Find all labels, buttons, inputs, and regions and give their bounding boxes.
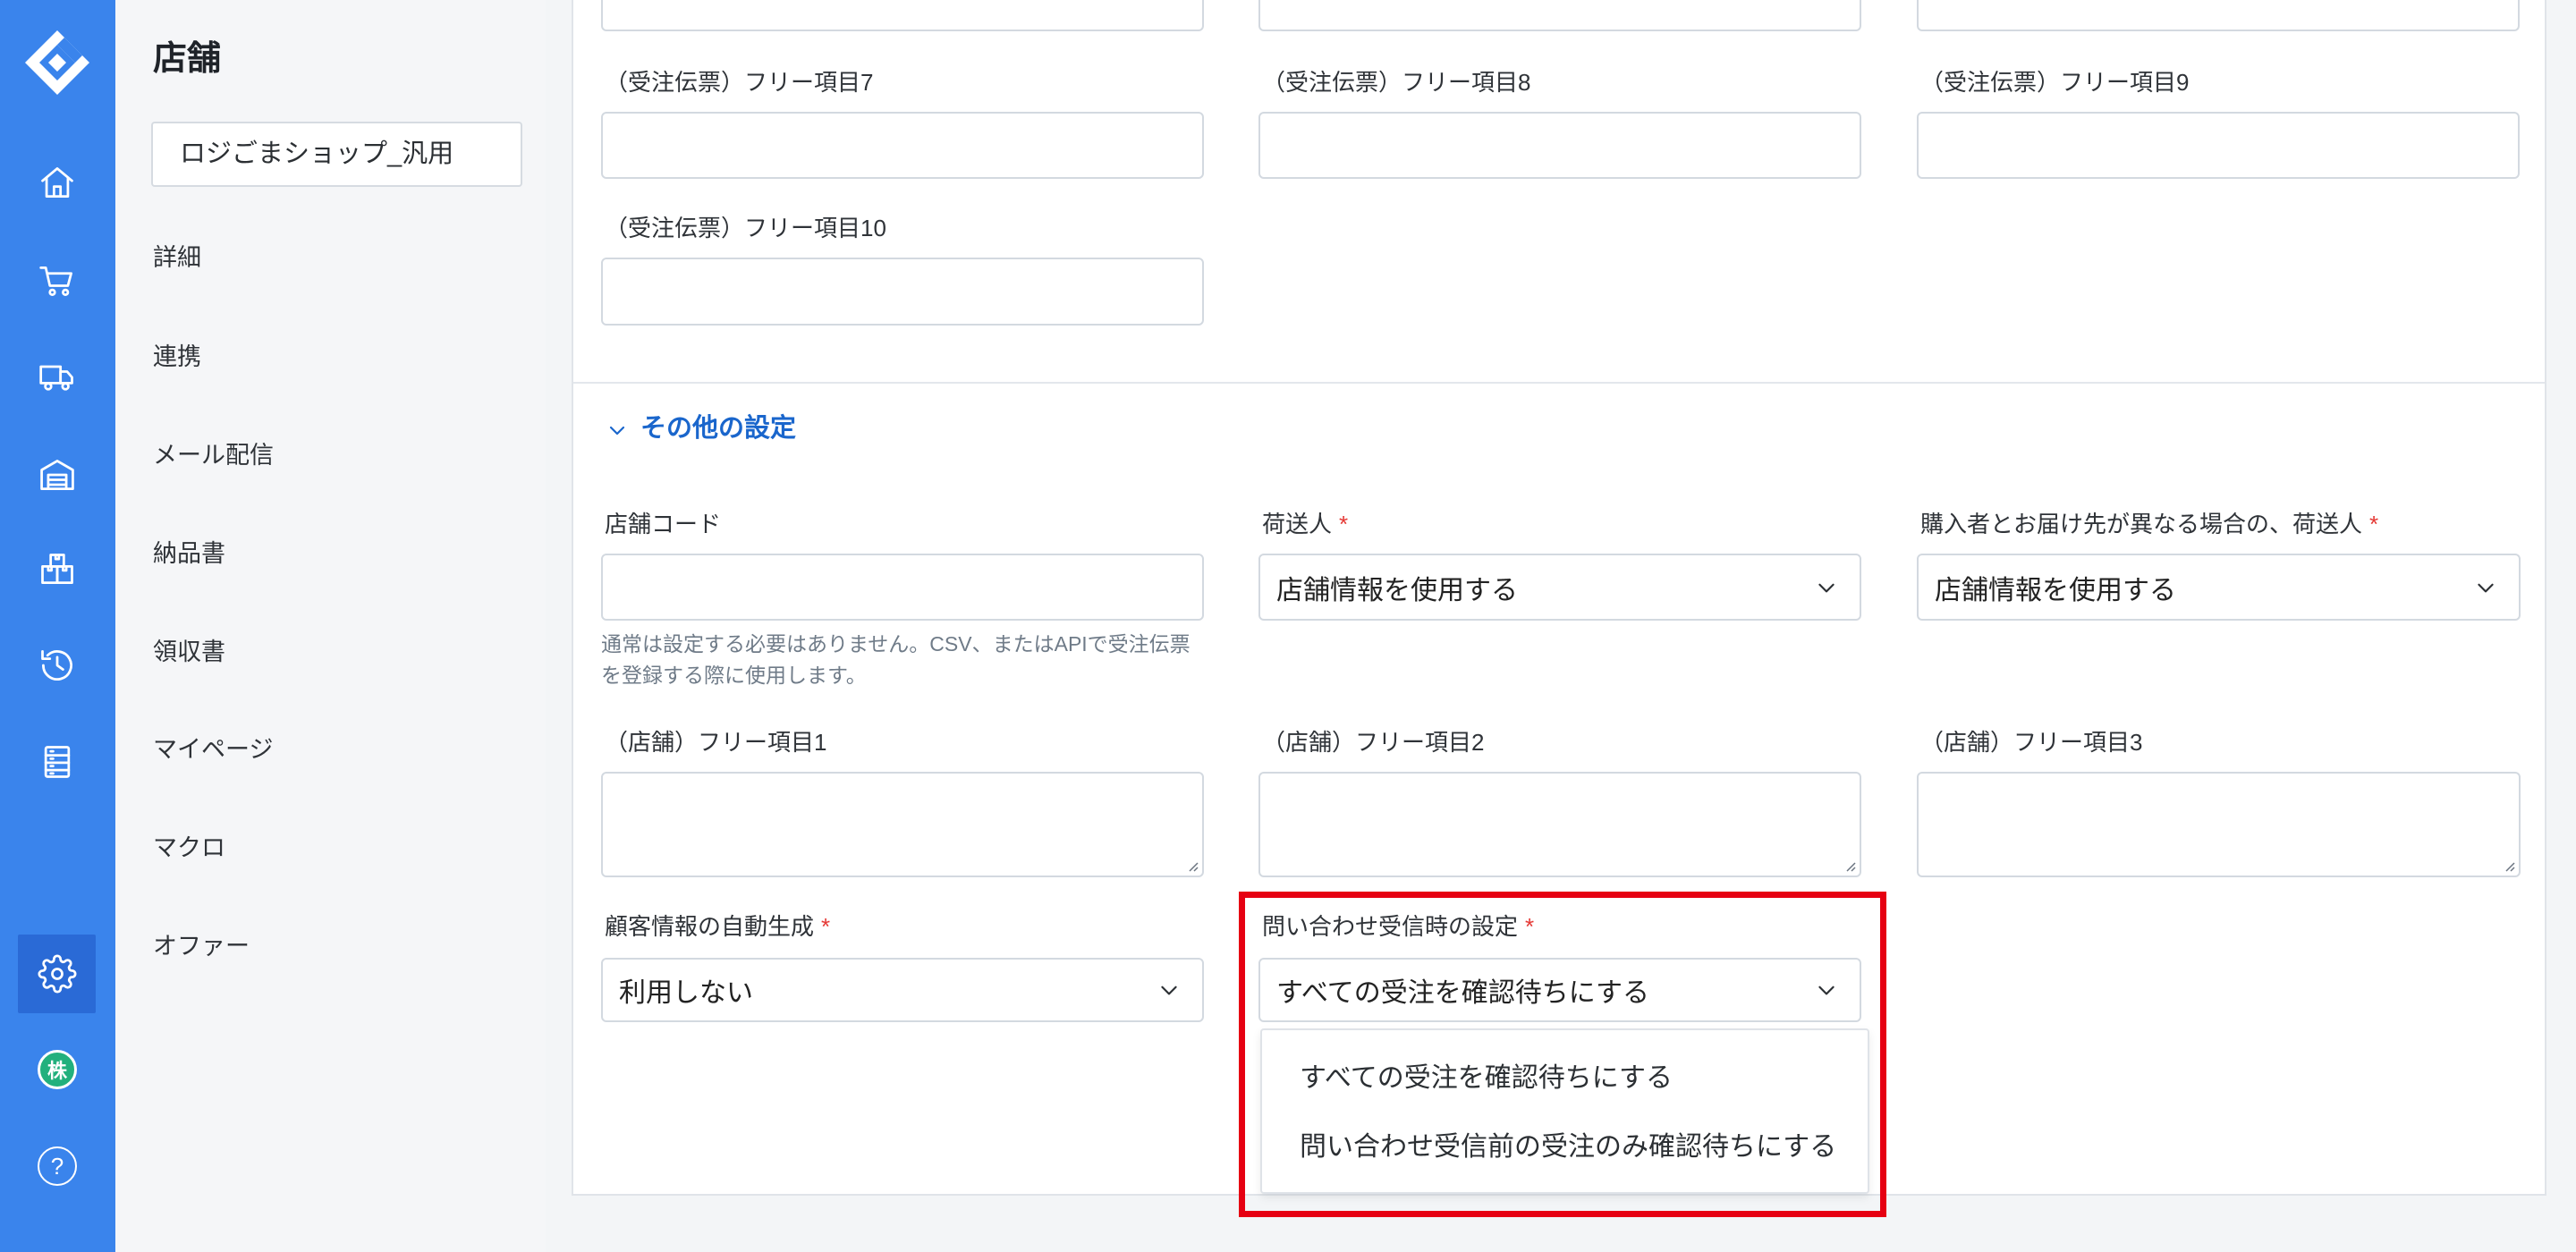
store-free-field-3-textarea[interactable] [1917,772,2521,877]
sidebar-item-mypage[interactable]: マイページ [153,732,273,767]
required-marker: * [1525,913,1535,940]
logo-icon[interactable] [21,27,93,98]
sidebar-item-offer[interactable]: オファー [153,928,250,964]
required-marker: * [821,913,831,940]
sidebar-title: 店舗 [153,40,222,78]
dropdown-option[interactable]: すべての受注を確認待ちにする [1262,1044,1868,1112]
home-icon[interactable] [38,163,77,202]
sidebar-item-delivery-note[interactable]: 納品書 [153,536,225,571]
required-marker: * [1339,511,1349,537]
sidebar-item-macro[interactable]: マクロ [153,830,225,866]
order-free-field-9-label: （受注伝票）フリー項目9 [1920,69,2190,96]
account-avatar[interactable]: 株 [38,1050,77,1089]
inquiry-setting-select[interactable]: すべての受注を確認待ちにする [1258,958,1861,1022]
order-free-field-5-input[interactable] [1258,0,1861,31]
sidebar-item-integration[interactable]: 連携 [153,339,201,375]
shipper-select[interactable]: 店舗情報を使用する [1258,554,1861,621]
order-free-field-8-input[interactable] [1258,112,1861,179]
chevron-down-icon [2474,576,2497,599]
resize-handle-icon[interactable] [1185,859,1199,873]
other-settings-section-toggle[interactable]: その他の設定 [640,410,796,446]
order-free-field-10-label: （受注伝票）フリー項目10 [605,215,886,241]
history-icon[interactable] [38,646,77,685]
alt-shipper-select-value: 店舗情報を使用する [1935,575,2176,605]
boxes-icon[interactable] [38,550,77,589]
store-code-help-text: 通常は設定する必要はありません。CSV、またはAPIで受注伝票を登録する際に使用… [601,632,1191,687]
resize-handle-icon[interactable] [1843,859,1857,873]
resize-handle-icon[interactable] [2502,859,2516,873]
customer-autogen-select[interactable]: 利用しない [601,958,1204,1022]
alt-shipper-label: 購入者とお届け先が異なる場合の、荷送人 * [1920,506,2378,542]
customer-autogen-select-value: 利用しない [619,978,753,1008]
truck-icon[interactable] [38,357,77,396]
order-free-field-4-input[interactable] [601,0,1204,31]
shipper-label-text: 荷送人 [1262,511,1333,537]
inquiry-setting-dropdown-menu: すべての受注を確認待ちにする 問い合わせ受信前の受注のみ確認待ちにする [1260,1028,1869,1194]
list-icon[interactable] [38,742,77,782]
order-free-field-10-input[interactable] [601,258,1204,326]
order-free-field-8-label: （受注伝票）フリー項目8 [1262,69,1531,96]
shipper-label: 荷送人 * [1262,506,1348,542]
chevron-down-icon[interactable] [606,419,628,441]
alt-shipper-label-text: 購入者とお届け先が異なる場合の、荷送人 [1920,511,2363,537]
inquiry-setting-label: 問い合わせ受信時の設定 * [1262,909,1534,944]
chevron-down-icon [1157,978,1181,1002]
section-divider [573,382,2545,384]
chevron-down-icon [1815,978,1838,1002]
order-free-field-7-label: （受注伝票）フリー項目7 [605,69,874,96]
store-free-field-2-textarea[interactable] [1258,772,1861,877]
gear-icon[interactable] [38,954,77,994]
sidebar-item-details[interactable]: 詳細 [153,240,201,275]
order-free-field-6-input[interactable] [1917,0,2520,31]
store-code-label: 店舗コード [605,511,722,537]
order-free-field-7-input[interactable] [601,112,1204,179]
shipper-select-value: 店舗情報を使用する [1276,575,1518,605]
cart-icon[interactable] [38,261,77,300]
store-code-input[interactable] [601,554,1204,621]
help-icon[interactable]: ? [38,1146,77,1186]
sidebar-item-mail[interactable]: メール配信 [153,437,274,473]
inquiry-setting-label-text: 問い合わせ受信時の設定 [1262,913,1519,940]
alt-shipper-select[interactable]: 店舗情報を使用する [1917,554,2521,621]
shop-selector[interactable]: ロジごまショップ_汎用 [151,122,522,187]
settings-sidebar [115,0,546,1252]
inquiry-setting-select-value: すべての受注を確認待ちにする [1276,978,1649,1008]
required-marker: * [2369,511,2379,537]
chevron-down-icon [1815,576,1838,599]
order-free-field-9-input[interactable] [1917,112,2520,179]
warehouse-icon[interactable] [38,455,77,495]
customer-autogen-label: 顧客情報の自動生成 * [605,909,830,944]
dropdown-option[interactable]: 問い合わせ受信前の受注のみ確認待ちにする [1262,1112,1868,1181]
store-free-field-3-label: （店舗）フリー項目3 [1920,729,2143,756]
customer-autogen-label-text: 顧客情報の自動生成 [605,913,815,940]
icon-rail: 株 ? [0,0,115,1252]
store-free-field-2-label: （店舗）フリー項目2 [1262,729,1485,756]
sidebar-item-receipt[interactable]: 領収書 [153,634,225,670]
store-free-field-1-label: （店舗）フリー項目1 [605,729,827,756]
store-free-field-1-textarea[interactable] [601,772,1204,877]
